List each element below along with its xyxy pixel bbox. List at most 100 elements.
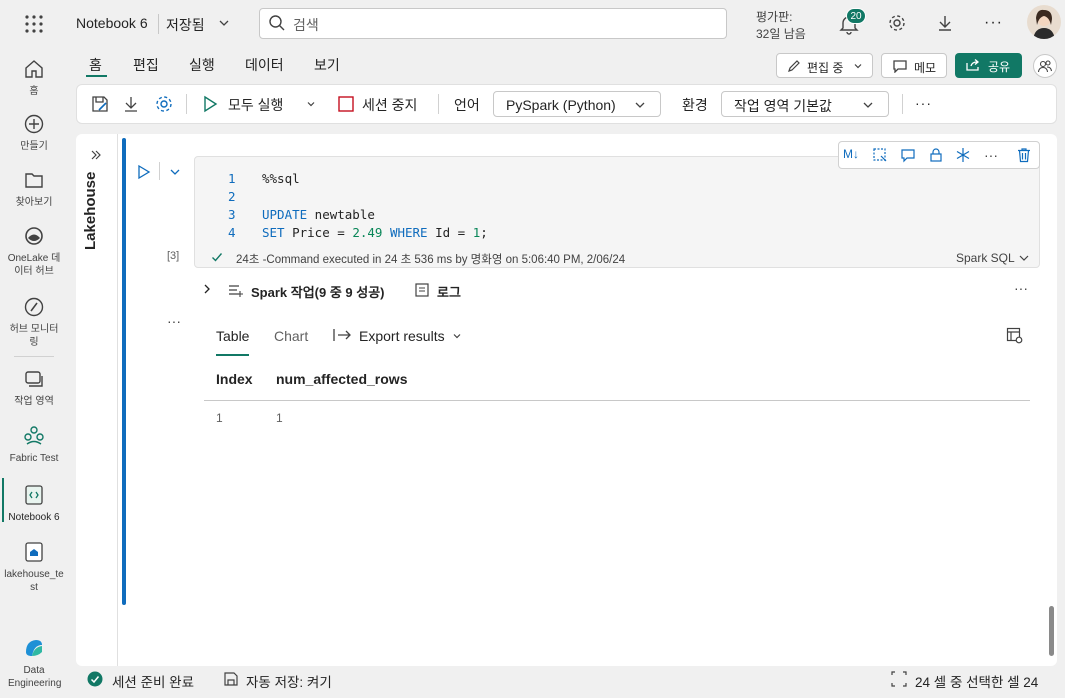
column-header-num-affected-rows[interactable]: num_affected_rows	[276, 371, 407, 387]
save-icon[interactable]	[90, 94, 110, 114]
toolbar-more-icon[interactable]: ···	[915, 95, 932, 111]
sql-text: newtable	[307, 207, 375, 222]
share-button[interactable]: 공유	[955, 53, 1022, 78]
comment-icon	[892, 59, 908, 73]
sql-keyword: SET	[262, 225, 285, 240]
column-header-index[interactable]: Index	[216, 371, 253, 387]
language-select[interactable]: PySpark (Python)	[493, 91, 661, 117]
rail-divider	[14, 356, 54, 357]
freeze-cell-icon[interactable]	[872, 147, 888, 163]
environment-value: 작업 영역 기본값	[734, 98, 832, 114]
export-results-button[interactable]: Export results	[359, 328, 445, 344]
stop-session-button[interactable]: 세션 중지	[337, 94, 437, 114]
save-state[interactable]: 저장됨	[166, 15, 205, 35]
rail-item-workspace[interactable]: 작업 영역	[0, 367, 68, 408]
tab-edit[interactable]: 편집	[133, 55, 159, 75]
settings-icon[interactable]	[154, 94, 174, 114]
download-icon[interactable]	[121, 94, 141, 114]
onelake-icon	[22, 224, 46, 248]
tab-table[interactable]: Table	[216, 328, 249, 344]
cell-more-icon[interactable]: ···	[984, 147, 998, 163]
rail-label: Notebook 6	[8, 512, 60, 523]
notebook-title[interactable]: Notebook 6	[76, 15, 148, 31]
lakehouse-label[interactable]: Lakehouse	[82, 172, 99, 250]
table-settings-icon[interactable]	[1006, 327, 1024, 345]
rail-item-data-engineering[interactable]: Data Engineering	[0, 636, 68, 690]
tab-run[interactable]: 실행	[189, 55, 215, 75]
gear-icon[interactable]	[887, 13, 907, 33]
cell-language-select[interactable]: Spark SQL	[956, 251, 1015, 265]
delete-icon[interactable]	[1016, 147, 1032, 163]
rail-item-monitor[interactable]: 허브 모니터링	[0, 295, 68, 349]
session-status[interactable]: 세션 준비 완료	[112, 671, 194, 691]
search-placeholder: 검색	[293, 17, 319, 33]
chevron-down-icon[interactable]	[218, 17, 230, 29]
rail-label: 만들기	[20, 141, 48, 152]
download-icon[interactable]	[935, 13, 955, 33]
spark-jobs-summary[interactable]: Spark 작업(9 중 9 성공)	[251, 282, 385, 301]
memo-button[interactable]: 메모	[881, 53, 947, 78]
rail-item-fabric-test[interactable]: Fabric Test	[0, 424, 68, 465]
stop-icon	[338, 96, 354, 112]
more-options-icon[interactable]: ···	[984, 14, 1003, 32]
tab-chart[interactable]: Chart	[274, 328, 308, 344]
tab-home[interactable]: 홈	[89, 55, 102, 75]
vertical-scrollbar[interactable]	[1049, 606, 1054, 656]
environment-select[interactable]: 작업 영역 기본값	[721, 91, 889, 117]
line-number: 3	[228, 207, 236, 222]
tab-data[interactable]: 데이터	[245, 55, 284, 75]
toolbar-divider	[438, 94, 439, 114]
export-icon	[333, 328, 353, 342]
session-ready-icon	[87, 671, 103, 687]
rail-item-onelake[interactable]: OneLake 데이터 허브	[0, 224, 68, 278]
run-all-button[interactable]: 모두 실행	[200, 94, 320, 114]
chevron-down-icon[interactable]	[452, 331, 462, 341]
sql-text: Price =	[284, 225, 353, 240]
run-cell-icon[interactable]	[137, 164, 151, 180]
chevron-down-icon	[853, 61, 863, 71]
comment-icon[interactable]	[900, 147, 916, 163]
line-number: 4	[228, 225, 236, 240]
toolbar-divider	[186, 94, 187, 114]
share-icon	[965, 58, 981, 72]
rail-label: OneLake 데이터 허브	[7, 253, 61, 277]
play-icon	[202, 95, 218, 113]
sql-text: ;	[480, 225, 488, 240]
lock-icon[interactable]	[928, 147, 944, 163]
markdown-toggle-icon[interactable]: M↓	[843, 147, 859, 161]
rail-item-lakehouse[interactable]: lakehouse_test	[0, 540, 68, 594]
avatar[interactable]	[1027, 5, 1061, 39]
rail-item-notebook[interactable]: Notebook 6	[0, 483, 68, 524]
chevron-right-icon[interactable]	[201, 283, 213, 295]
chevron-down-icon[interactable]	[306, 99, 316, 109]
magic-command: %%sql	[262, 171, 300, 186]
search-input[interactable]	[259, 8, 727, 39]
app-launcher-icon[interactable]	[22, 12, 46, 36]
snowflake-icon[interactable]	[955, 147, 971, 163]
run-all-label: 모두 실행	[228, 97, 284, 113]
chevron-down-icon[interactable]	[1018, 252, 1030, 264]
edit-mode-button[interactable]: 편집 중	[776, 53, 873, 78]
trial-days: 32일 남음	[756, 27, 806, 41]
code-line: UPDATE newtable	[262, 207, 375, 222]
chevron-down-icon[interactable]	[169, 166, 181, 178]
edit-mode-label: 편집 중	[807, 61, 844, 75]
toolbar-divider	[902, 94, 903, 114]
output-options-icon[interactable]: ···	[167, 313, 181, 329]
autosave-status[interactable]: 자동 저장: 켜기	[246, 671, 332, 691]
autosave-icon	[223, 671, 239, 687]
collaborators-icon[interactable]	[1033, 54, 1057, 78]
execution-status: 24초 -Command executed in 24 초 536 ms by …	[236, 254, 626, 266]
rail-item-browse[interactable]: 찾아보기	[0, 168, 68, 209]
chevron-down-icon	[862, 99, 874, 111]
sql-number: 2.49	[352, 225, 383, 240]
lakehouse-icon	[22, 540, 46, 564]
rail-item-home[interactable]: 홈	[0, 57, 68, 98]
tab-view[interactable]: 보기	[314, 55, 340, 75]
rail-label: lakehouse_test	[4, 569, 64, 593]
expand-panel-icon[interactable]	[89, 148, 103, 162]
log-link[interactable]: 로그	[437, 282, 461, 301]
output-more-icon[interactable]: ···	[1014, 280, 1028, 296]
rail-label: Fabric Test	[9, 453, 59, 464]
rail-item-create[interactable]: 만들기	[0, 112, 68, 153]
